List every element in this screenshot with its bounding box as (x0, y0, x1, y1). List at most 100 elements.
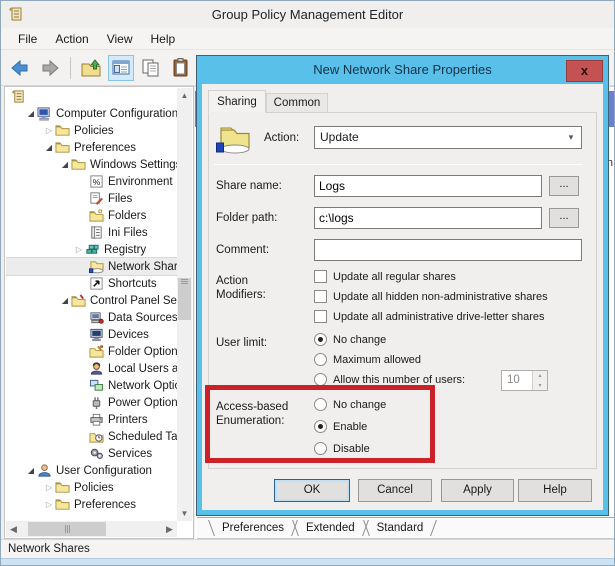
tab-sharing[interactable]: Sharing (208, 90, 266, 113)
radio-selected-icon[interactable] (314, 333, 327, 346)
action-label: Action: (264, 132, 299, 144)
share-name-input[interactable] (314, 175, 542, 197)
tree-item-network-options[interactable]: Network Options (6, 377, 177, 394)
spinner-arrows[interactable]: ▴ ▾ (532, 371, 547, 390)
tree-item-power-options[interactable]: Power Options (6, 394, 177, 411)
expander-expanded-icon[interactable]: ◢ (44, 143, 54, 152)
window-bottom-border (1, 558, 614, 565)
tree-item-registry[interactable]: ▷ Registry (6, 241, 177, 258)
expander-collapsed-icon[interactable]: ▷ (44, 126, 54, 135)
radio-icon[interactable] (314, 353, 327, 366)
user-icon (36, 463, 52, 479)
tree-item-folder-options[interactable]: Folder Options (6, 343, 177, 360)
dialog-title[interactable]: New Network Share Properties (197, 56, 608, 84)
control-panel-folder-icon (70, 293, 86, 309)
radio-maximum-allowed[interactable]: Maximum allowed (314, 353, 421, 366)
folder-icon (54, 140, 70, 156)
folder-path-input[interactable] (314, 207, 542, 229)
tree-item-computer-configuration[interactable]: ◢ Computer Configuration (6, 105, 177, 122)
expander-expanded-icon[interactable]: ◢ (60, 296, 70, 305)
printers-icon (88, 412, 104, 428)
environment-icon (88, 174, 104, 190)
tree-item-local-users-and-groups[interactable]: Local Users and Groups (6, 360, 177, 377)
show-console-tree-button[interactable] (108, 55, 134, 81)
spinner-up-icon[interactable]: ▴ (538, 373, 541, 379)
action-modifiers-label: Modifiers: (216, 289, 266, 301)
help-button[interactable]: Help (518, 479, 592, 502)
share-name-browse-button[interactable]: ... (549, 176, 579, 196)
tree-vertical-scrollbar[interactable]: ▲ ▼ (177, 88, 192, 521)
tree-item-environment[interactable]: Environment (6, 173, 177, 190)
tree-item-devices[interactable]: Devices (6, 326, 177, 343)
checkbox-icon[interactable] (314, 310, 327, 323)
tree-item-data-sources[interactable]: Data Sources (6, 309, 177, 326)
tab-extended[interactable]: Extended (295, 520, 366, 536)
tree-item-services[interactable]: Services (6, 445, 177, 462)
tree-item-control-panel-settings[interactable]: ◢ Control Panel Settings (6, 292, 177, 309)
tab-common[interactable]: Common (266, 93, 328, 113)
tree-item-folders[interactable]: Folders (6, 207, 177, 224)
expander-expanded-icon[interactable]: ◢ (26, 466, 36, 475)
window-titlebar[interactable]: Group Policy Management Editor (1, 1, 614, 28)
expander-expanded-icon[interactable]: ◢ (60, 160, 70, 169)
close-icon[interactable]: x (566, 60, 603, 82)
tree-item-preferences[interactable]: ◢ Preferences (6, 139, 177, 156)
expander-expanded-icon[interactable]: ◢ (26, 109, 36, 118)
scroll-down-icon[interactable]: ▼ (177, 506, 192, 521)
toolbar-separator (70, 57, 71, 79)
tree-item-user-preferences[interactable]: ▷ Preferences (6, 496, 177, 513)
tree-item-files[interactable]: Files (6, 190, 177, 207)
expander-collapsed-icon[interactable]: ▷ (44, 483, 54, 492)
scroll-left-icon[interactable]: ◀ (6, 521, 21, 537)
scroll-up-icon[interactable]: ▲ (177, 88, 192, 103)
tree-horizontal-scrollbar[interactable]: ◀ ▶ (6, 521, 177, 537)
user-limit-spinner[interactable]: 10 ▴ ▾ (501, 370, 548, 391)
folder-icon (54, 497, 70, 513)
scroll-right-icon[interactable]: ▶ (162, 521, 177, 537)
spinner-down-icon[interactable]: ▾ (538, 383, 541, 389)
tab-standard[interactable]: Standard (366, 520, 435, 536)
tree-item-shortcuts[interactable]: Shortcuts (6, 275, 177, 292)
tab-preferences[interactable]: Preferences (211, 520, 295, 536)
menu-help[interactable]: Help (142, 29, 185, 49)
scrollbar-thumb[interactable] (178, 278, 191, 320)
comment-input[interactable] (314, 239, 582, 261)
menu-action[interactable]: Action (46, 29, 97, 49)
copy-button[interactable] (138, 55, 164, 81)
tree-item-user-configuration[interactable]: ◢ User Configuration (6, 462, 177, 479)
checkbox-icon[interactable] (314, 270, 327, 283)
tree-item-ini-files[interactable]: Ini Files (6, 224, 177, 241)
folder-path-browse-button[interactable]: ... (549, 208, 579, 228)
cancel-button[interactable]: Cancel (358, 479, 432, 502)
tree-item-scheduled-tasks[interactable]: Scheduled Tasks (6, 428, 177, 445)
checkbox-update-all-regular-shares[interactable]: Update all regular shares (314, 270, 456, 283)
shared-folder-icon (216, 122, 254, 154)
paste-button[interactable] (168, 55, 194, 81)
tree-item-network-shares[interactable]: Network Shares (6, 258, 177, 275)
tree-item-windows-settings[interactable]: ◢ Windows Settings (6, 156, 177, 173)
expander-collapsed-icon[interactable]: ▷ (74, 245, 84, 254)
tree-item-policies[interactable]: ▷ Policies (6, 122, 177, 139)
export-list-button[interactable] (78, 55, 104, 81)
folder-options-icon (88, 344, 104, 360)
action-dropdown[interactable]: Update ▾ (314, 126, 582, 149)
scrollbar-thumb[interactable] (28, 522, 106, 536)
radio-user-limit-no-change[interactable]: No change (314, 333, 386, 346)
apply-button[interactable]: Apply (441, 479, 514, 502)
tree-item-printers[interactable]: Printers (6, 411, 177, 428)
menu-file[interactable]: File (9, 29, 46, 49)
back-button[interactable] (7, 55, 33, 81)
tree-item-gpo-root[interactable] (6, 88, 177, 105)
forward-button[interactable] (37, 55, 63, 81)
shared-folder-icon (88, 259, 104, 275)
comment-label: Comment: (216, 244, 269, 256)
checkbox-update-all-hidden-shares[interactable]: Update all hidden non-administrative sha… (314, 290, 548, 303)
tree-item-user-policies[interactable]: ▷ Policies (6, 479, 177, 496)
folder-path-label: Folder path: (216, 212, 277, 224)
services-icon (88, 446, 104, 462)
expander-collapsed-icon[interactable]: ▷ (44, 500, 54, 509)
checkbox-update-all-admin-shares[interactable]: Update all administrative drive-letter s… (314, 310, 545, 323)
menu-view[interactable]: View (98, 29, 142, 49)
checkbox-icon[interactable] (314, 290, 327, 303)
ok-button[interactable]: OK (274, 479, 350, 502)
